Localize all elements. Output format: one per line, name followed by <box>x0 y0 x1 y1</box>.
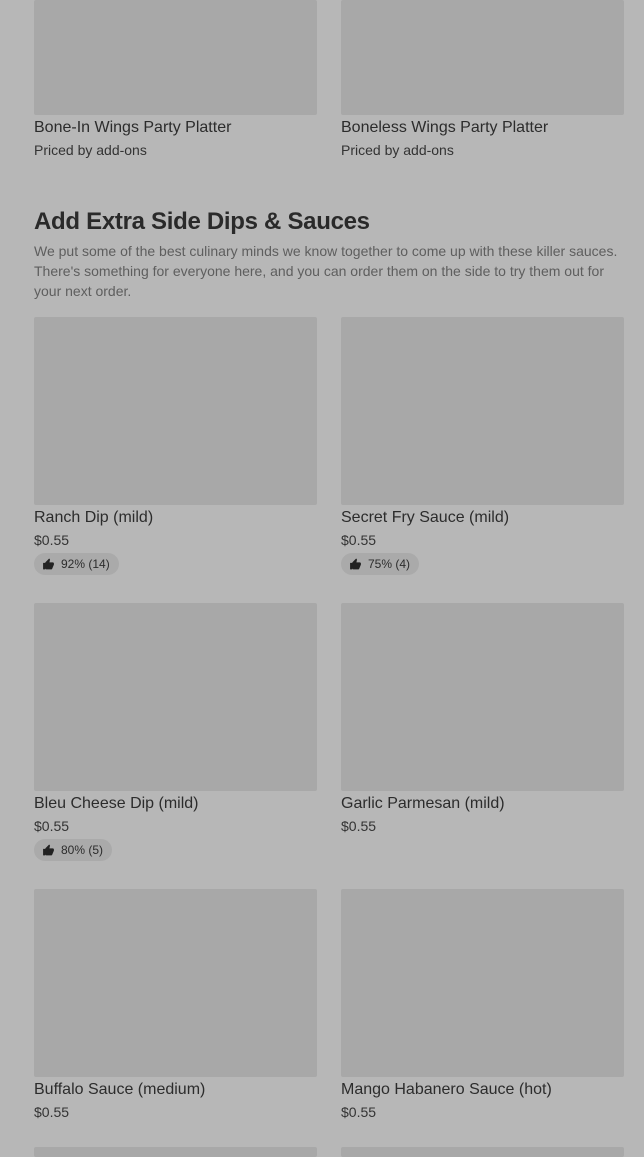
rating-text: 80% (5) <box>61 843 104 857</box>
item-image <box>34 317 317 505</box>
menu-item-card[interactable]: Mango Habanero Sauce (hot) $0.55 <box>341 889 624 1121</box>
menu-item-card[interactable]: Ranch Dip (mild) $0.55 92% (14) <box>34 317 317 576</box>
item-image <box>341 0 624 115</box>
item-image <box>341 1147 624 1157</box>
item-price: $0.55 <box>34 532 70 548</box>
section-description: We put some of the best culinary minds w… <box>34 243 618 299</box>
item-price: $0.55 <box>34 1104 70 1120</box>
item-image <box>341 317 624 505</box>
item-price: $0.55 <box>34 818 70 834</box>
item-image <box>34 889 317 1077</box>
thumbs-up-icon <box>43 558 54 569</box>
thumbs-up-icon <box>43 844 54 855</box>
menu-item-card[interactable]: Buffalo Sauce (medium) $0.55 <box>34 889 317 1121</box>
menu-item-card[interactable] <box>34 1147 317 1157</box>
item-price: Priced by add-ons <box>341 142 454 158</box>
thumbs-up-icon <box>350 558 361 569</box>
item-image <box>341 603 624 791</box>
rating-text: 92% (14) <box>61 557 110 571</box>
menu-item-card[interactable]: Bone-In Wings Party Platter Priced by ad… <box>34 0 317 159</box>
rating-badge: 92% (14) <box>34 553 119 575</box>
item-name: Bleu Cheese Dip (mild) <box>34 795 199 812</box>
menu-item-card[interactable]: Secret Fry Sauce (mild) $0.55 75% (4) <box>341 317 624 576</box>
item-image <box>341 889 624 1077</box>
menu-item-card[interactable]: Bleu Cheese Dip (mild) $0.55 80% (5) <box>34 603 317 862</box>
item-price: $0.55 <box>341 532 377 548</box>
item-image <box>34 0 317 115</box>
menu-item-card[interactable]: Boneless Wings Party Platter Priced by a… <box>341 0 624 159</box>
rating-text: 75% (4) <box>368 557 411 571</box>
menu-item-card[interactable] <box>341 1147 624 1157</box>
rating-badge: 80% (5) <box>34 839 113 861</box>
item-price: Priced by add-ons <box>34 142 147 158</box>
item-name: Secret Fry Sauce (mild) <box>341 509 510 526</box>
item-name: Bone-In Wings Party Platter <box>34 119 232 136</box>
item-image <box>34 1147 317 1157</box>
item-name: Buffalo Sauce (medium) <box>34 1081 206 1098</box>
item-price: $0.55 <box>341 1104 377 1120</box>
rating-badge: 75% (4) <box>341 553 420 575</box>
item-name: Ranch Dip (mild) <box>34 509 154 526</box>
item-name: Mango Habanero Sauce (hot) <box>341 1081 552 1098</box>
item-name: Boneless Wings Party Platter <box>341 119 549 136</box>
item-image <box>34 603 317 791</box>
menu-item-card[interactable]: Garlic Parmesan (mild) $0.55 <box>341 603 624 835</box>
item-name: Garlic Parmesan (mild) <box>341 795 505 812</box>
item-price: $0.55 <box>341 818 377 834</box>
section-title: Add Extra Side Dips & Sauces <box>34 208 370 235</box>
